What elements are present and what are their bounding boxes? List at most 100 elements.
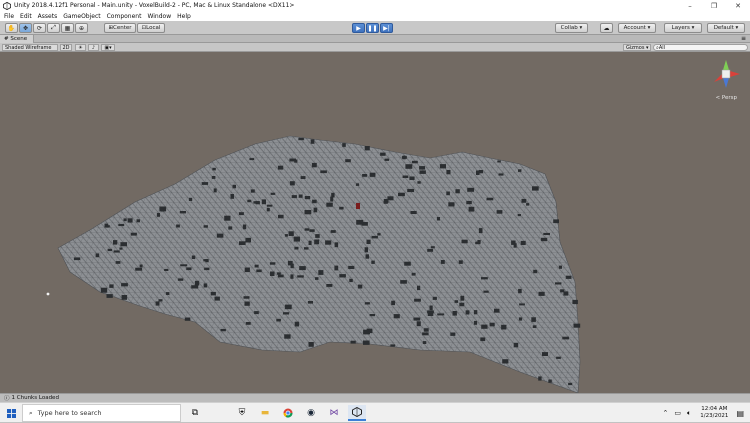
steam-icon[interactable]: ◉: [302, 405, 320, 421]
voxel-step: [439, 164, 446, 169]
hand-tool-button[interactable]: ✋: [5, 23, 18, 33]
show-hidden-icons-chevron-icon[interactable]: ⌃: [663, 409, 669, 417]
voxel-step: [422, 332, 429, 336]
unity-taskbar-icon[interactable]: [348, 405, 366, 421]
voxel-step: [139, 264, 143, 268]
pivot-center-button[interactable]: ⊞ Center: [104, 23, 136, 33]
voxel-step: [326, 284, 333, 287]
play-button[interactable]: ▶: [352, 23, 365, 33]
orientation-gizmo[interactable]: [708, 56, 744, 92]
taskbar-search-input[interactable]: ⌕ Type here to search: [22, 404, 181, 422]
layout-dropdown[interactable]: Default ▾: [707, 23, 745, 33]
voxel-step: [369, 172, 376, 177]
layers-dropdown[interactable]: Layers ▾: [664, 23, 702, 33]
voxel-step: [120, 242, 127, 247]
voxel-step: [320, 170, 327, 174]
voxel-step: [481, 277, 488, 280]
voxel-step: [118, 223, 125, 227]
voxel-step: [538, 376, 542, 381]
main-toolbar: ✋ ✥ ⟳ ⤢ ▦ ⊕ ⊞ Center ⊡ Local ▶ ❚❚ ▶| Colla…: [0, 21, 750, 35]
voxel-step: [276, 272, 281, 275]
voxel-step: [391, 300, 395, 306]
menu-window[interactable]: Window: [147, 13, 171, 20]
rect-tool-button[interactable]: ▦: [61, 23, 74, 33]
voxel-step: [363, 340, 370, 345]
voxel-step: [429, 305, 433, 311]
start-button[interactable]: [0, 403, 22, 423]
voxel-step: [501, 324, 507, 330]
menu-component[interactable]: Component: [107, 13, 142, 20]
visual-studio-icon[interactable]: ⋈: [325, 405, 343, 421]
voxel-step: [136, 219, 140, 223]
voxel-step: [411, 272, 416, 276]
voxel-step: [416, 321, 421, 327]
voxel-step: [298, 194, 303, 198]
audio-toggle[interactable]: ♪: [88, 44, 99, 51]
tab-scene[interactable]: # Scene: [0, 34, 35, 43]
volume-icon[interactable]: 🔈︎: [687, 409, 691, 418]
cloud-button[interactable]: ☁: [600, 23, 613, 33]
voxel-step: [521, 198, 527, 203]
scene-search-input[interactable]: ⌕ All: [653, 44, 748, 51]
pause-button[interactable]: ❚❚: [366, 23, 379, 33]
chevron-down-icon: ▾: [733, 25, 739, 31]
mode-2d-toggle[interactable]: 2D: [60, 44, 72, 51]
transform-tool-button[interactable]: ⊕: [75, 23, 88, 33]
voxel-step: [402, 155, 406, 160]
voxel-step: [289, 181, 295, 186]
file-explorer-icon[interactable]: ▬: [256, 405, 274, 421]
collab-button[interactable]: Collab ▾: [555, 23, 588, 33]
voxel-step: [419, 170, 426, 174]
voxel-step: [165, 292, 170, 295]
close-button[interactable]: ✕: [726, 0, 750, 11]
persp-label[interactable]: < Persp: [716, 95, 737, 101]
menu-edit[interactable]: Edit: [20, 13, 32, 20]
pivot-local-button[interactable]: ⊡ Local: [137, 23, 165, 33]
voxel-step: [478, 170, 484, 174]
effects-dropdown[interactable]: ▣▾: [101, 44, 115, 51]
clock-time: 12:04 AM: [701, 406, 728, 412]
defender-icon[interactable]: ⛨: [233, 405, 251, 421]
network-icon[interactable]: ▭: [674, 409, 681, 417]
voxel-step: [307, 301, 313, 304]
voxel-step: [123, 218, 127, 222]
gizmos-dropdown[interactable]: Gizmos ▾: [623, 44, 651, 51]
rotate-tool-button[interactable]: ⟳: [33, 23, 46, 33]
voxel-step: [191, 285, 199, 289]
step-button[interactable]: ▶|: [380, 23, 393, 33]
voxel-step: [573, 323, 581, 328]
menu-file[interactable]: File: [4, 13, 14, 20]
voxel-step: [269, 262, 276, 265]
voxel-step: [277, 165, 284, 170]
lighting-toggle[interactable]: ☀: [75, 44, 86, 51]
voxel-step: [159, 206, 167, 212]
windows-logo-icon: [6, 408, 16, 418]
notifications-icon[interactable]: ▤: [736, 409, 744, 418]
voxel-step: [210, 291, 216, 296]
voxel-step: [446, 191, 450, 196]
clock[interactable]: 12:04 AM 1/23/2021: [700, 406, 728, 420]
menu-assets[interactable]: Assets: [38, 13, 58, 20]
voxel-step: [480, 337, 486, 342]
voxel-step: [548, 379, 552, 383]
voxel-step: [565, 275, 572, 279]
account-dropdown[interactable]: Account ▾: [618, 23, 656, 33]
task-view-icon[interactable]: ⧉: [186, 405, 204, 421]
voxel-step: [314, 239, 320, 245]
transform-icon: ⊕: [78, 24, 85, 32]
voxel-step: [212, 167, 216, 171]
maximize-button[interactable]: ❐: [702, 0, 726, 11]
move-tool-button[interactable]: ✥: [19, 23, 32, 33]
panel-menu-icon[interactable]: ≡: [741, 35, 746, 42]
scene-viewport[interactable]: < Persp: [0, 52, 750, 393]
voxel-step: [390, 344, 396, 347]
minimize-button[interactable]: –: [678, 0, 702, 11]
draw-mode-dropdown[interactable]: Shaded Wireframe: [2, 44, 58, 51]
voxel-step: [312, 199, 317, 204]
voxel-step: [380, 152, 386, 156]
voxel-step: [121, 283, 128, 287]
menu-help[interactable]: Help: [177, 13, 191, 20]
scale-tool-button[interactable]: ⤢: [47, 23, 60, 33]
menu-gameobject[interactable]: GameObject: [63, 13, 100, 20]
chrome-icon[interactable]: [279, 405, 297, 421]
